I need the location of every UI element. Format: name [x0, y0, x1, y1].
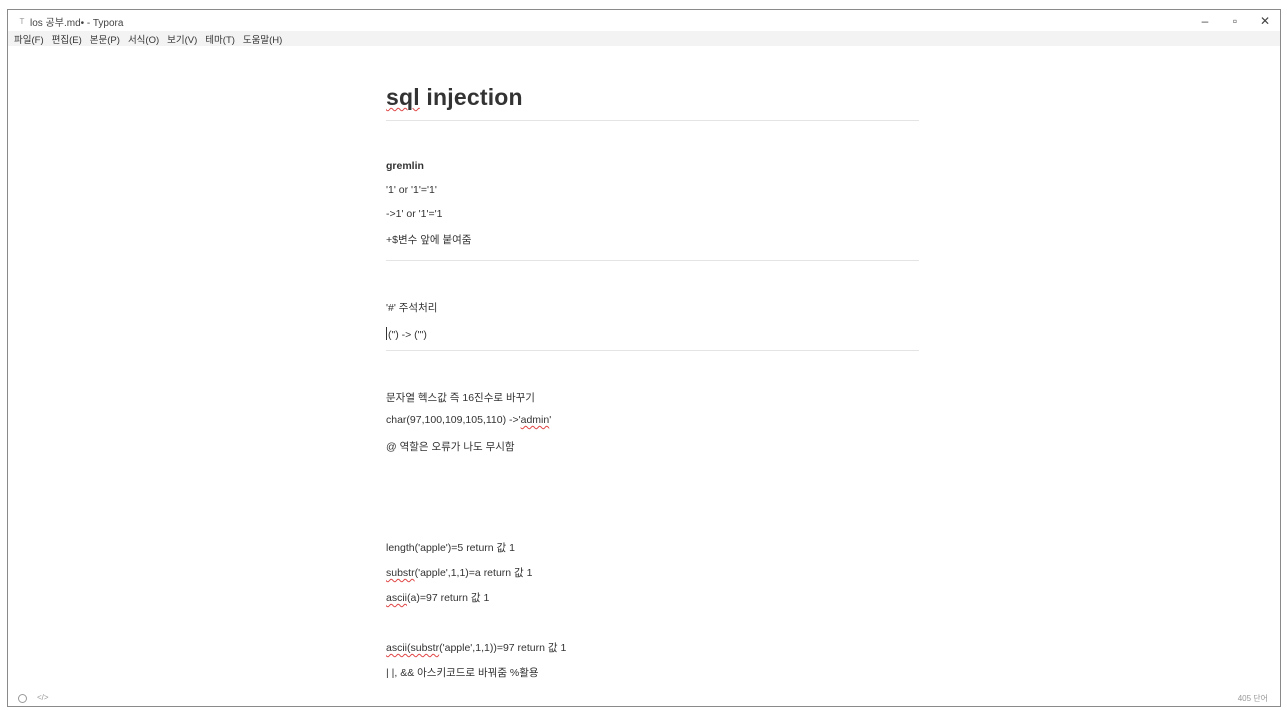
text-line[interactable]: | |, && 아스키코드로 바꿔줌 %활용: [386, 665, 539, 680]
heading-underline: [386, 120, 919, 121]
menu-view[interactable]: 보기(V): [167, 32, 197, 46]
title-bar: T los 공부.md• - Typora – ▫ ✕: [8, 10, 1280, 32]
line-text: gremlin: [386, 160, 424, 172]
text-line[interactable]: +$변수 앞에 붙여줌: [386, 232, 471, 247]
text-line[interactable]: ->1' or '1'='1: [386, 208, 442, 220]
text-caret: [386, 327, 387, 340]
heading-text: injection: [419, 84, 523, 110]
spellcheck-word: admin: [520, 414, 550, 426]
line-text: 문자열 헥스값 즉 16진수로 바꾸기: [386, 392, 535, 404]
line-text: length('apple')=5 return 값 1: [386, 542, 515, 554]
minimize-button[interactable]: –: [1190, 10, 1220, 32]
line-text: ('apple',1,1)=a return 값 1: [414, 567, 533, 579]
line-text: ('apple',1,1))=97 return 값 1: [439, 642, 567, 654]
spellcheck-word: substr: [386, 567, 415, 579]
window-controls: – ▫ ✕: [1190, 10, 1280, 32]
line-text: +$변수 앞에 붙여줌: [386, 234, 472, 246]
close-button[interactable]: ✕: [1250, 10, 1280, 32]
text-line[interactable]: length('apple')=5 return 값 1: [386, 540, 515, 555]
menu-paragraph[interactable]: 본문(P): [90, 32, 120, 46]
menu-bar: 파일(F) 편집(E) 본문(P) 서식(O) 보기(V) 테마(T) 도움말(…: [8, 31, 1280, 46]
status-bar: </> 405 단어: [8, 690, 1280, 706]
menu-edit[interactable]: 편집(E): [52, 32, 82, 46]
line-text: (a)=97 return 값 1: [407, 592, 490, 604]
text-line[interactable]: char(97,100,109,105,110) ->'admin': [386, 414, 551, 426]
text-line[interactable]: 문자열 헥스값 즉 16진수로 바꾸기: [386, 390, 535, 405]
line-text: @ 역할은 오류가 나도 무시함: [386, 441, 515, 453]
menu-file[interactable]: 파일(F): [14, 32, 44, 46]
menu-format[interactable]: 서식(O): [128, 32, 159, 46]
line-text: '1' or '1'='1': [386, 184, 437, 196]
code-icon[interactable]: </>: [37, 693, 49, 703]
text-line[interactable]: (") -> ("'): [386, 327, 427, 341]
spellcheck-word: sql: [386, 84, 420, 110]
circle-icon[interactable]: [18, 694, 27, 703]
text-line[interactable]: ascii(a)=97 return 값 1: [386, 590, 489, 605]
horizontal-rule: [386, 350, 919, 351]
menu-theme[interactable]: 테마(T): [205, 32, 235, 46]
spellcheck-word: ascii: [386, 592, 408, 604]
line-text: ->1' or '1'='1: [386, 208, 443, 220]
line-text: '#' 주석처리: [386, 302, 438, 314]
line-text: ': [549, 414, 552, 426]
text-line[interactable]: ascii(substr('apple',1,1))=97 return 값 1: [386, 640, 566, 655]
text-line[interactable]: gremlin: [386, 160, 424, 172]
spellcheck-word: ascii(substr: [386, 642, 440, 654]
text-line[interactable]: '1' or '1'='1': [386, 184, 437, 196]
word-count[interactable]: 405 단어: [1238, 693, 1268, 704]
window-title: los 공부.md• - Typora: [30, 17, 124, 29]
horizontal-rule: [386, 260, 919, 261]
line-text: | |, && 아스키코드로 바꿔줌 %활용: [386, 667, 539, 679]
line-text: (") -> ("'): [388, 329, 427, 341]
text-line[interactable]: substr('apple',1,1)=a return 값 1: [386, 565, 532, 580]
text-line[interactable]: '#' 주석처리: [386, 300, 437, 315]
menu-help[interactable]: 도움말(H): [243, 32, 282, 46]
line-text: char(97,100,109,105,110) ->': [386, 414, 521, 426]
text-line[interactable]: @ 역할은 오류가 나도 무시함: [386, 439, 515, 454]
document-heading[interactable]: sql injection: [386, 84, 523, 111]
maximize-button[interactable]: ▫: [1220, 10, 1250, 32]
typora-icon: T: [19, 16, 25, 26]
typora-window: T los 공부.md• - Typora – ▫ ✕ 파일(F) 편집(E) …: [7, 9, 1281, 707]
